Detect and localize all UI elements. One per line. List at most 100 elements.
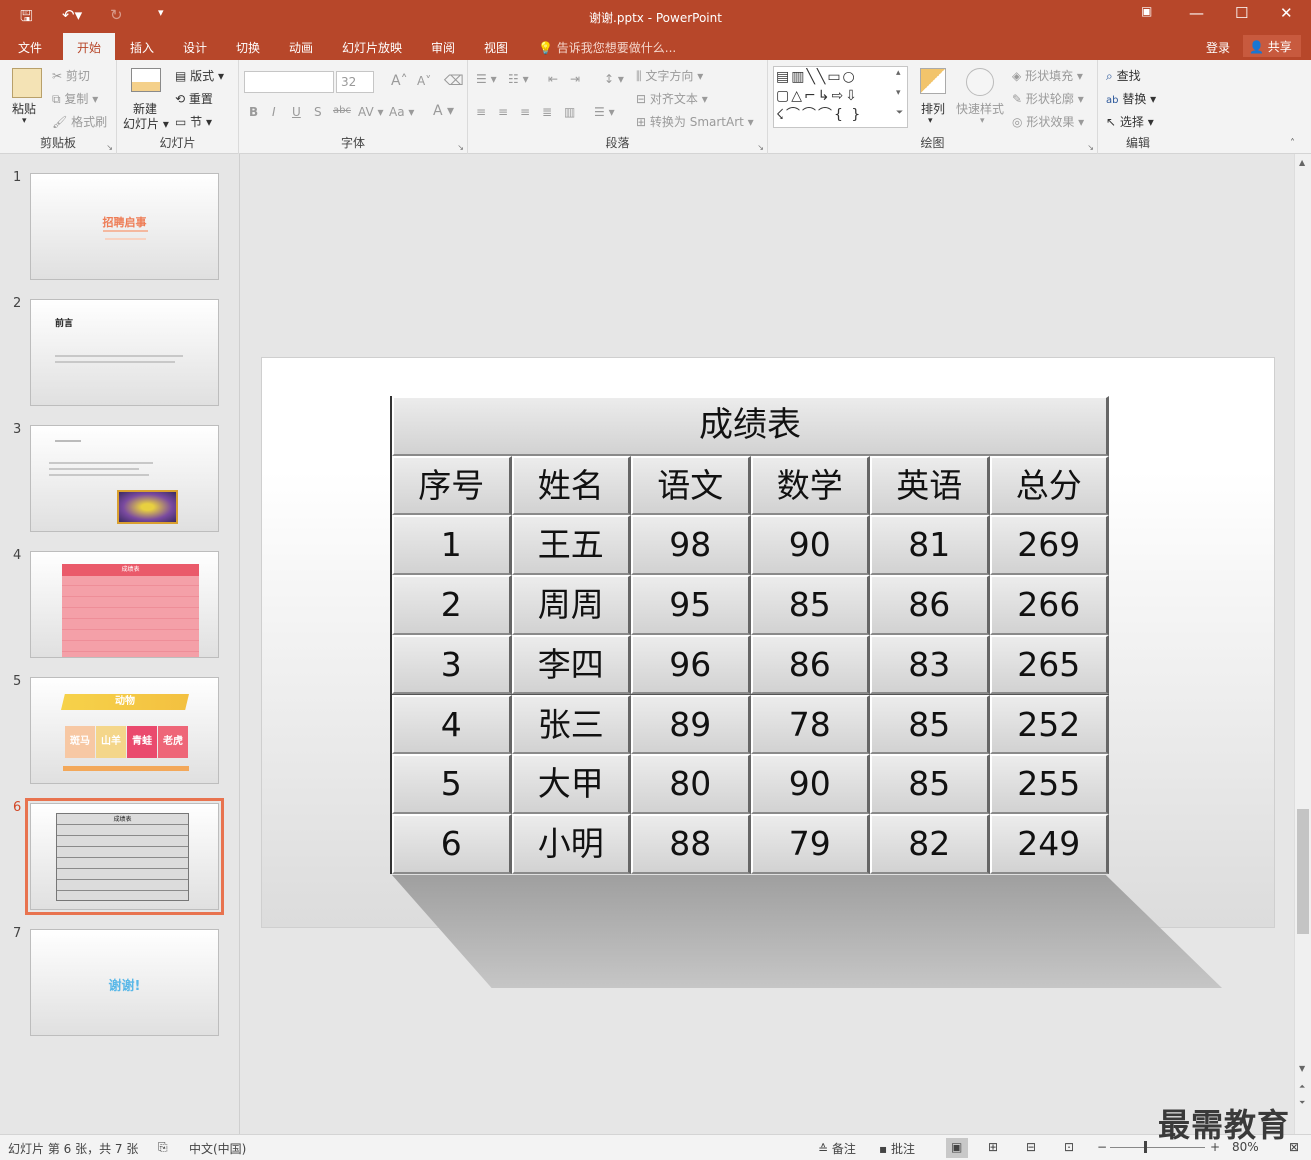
smartart-button[interactable]: ⊞ 转换为 SmartArt ▾ — [636, 113, 754, 130]
layout-button[interactable]: ▤ 版式 ▾ — [175, 67, 224, 84]
table-cell[interactable]: 89 — [631, 694, 751, 755]
language-indicator[interactable]: 中文(中国) — [189, 1140, 246, 1157]
collapse-ribbon-icon[interactable]: ˄ — [1290, 138, 1295, 149]
shapes-scroll-up-icon[interactable]: ▴ — [896, 68, 901, 78]
copy-button[interactable]: ⧉ 复制 ▾ — [52, 90, 98, 107]
arrange-dropdown-icon[interactable]: ▾ — [928, 116, 933, 126]
justify-button[interactable]: ≣ — [542, 105, 552, 119]
section-button[interactable]: ▭ 节 ▾ — [175, 113, 212, 130]
table-cell[interactable]: 1 — [392, 515, 512, 576]
change-case-button[interactable]: Aa ▾ — [389, 105, 414, 119]
shape-fill-button[interactable]: ◈ 形状填充 ▾ — [1012, 67, 1083, 84]
bullets-button[interactable]: ☰ ▾ — [476, 72, 497, 86]
table-header-cell[interactable]: 姓名 — [511, 455, 631, 516]
clear-formatting-icon[interactable]: ⌫ — [444, 73, 464, 89]
table-cell[interactable]: 249 — [989, 813, 1109, 874]
close-button[interactable]: ✕ — [1280, 4, 1293, 22]
maximize-button[interactable]: ☐ — [1235, 4, 1248, 22]
distributed-button[interactable]: ▥ — [564, 105, 575, 119]
arrange-icon[interactable] — [920, 68, 946, 94]
tab-insert[interactable]: 插入 — [130, 39, 154, 56]
slide-thumbnail-4[interactable]: 成绩表 — [30, 551, 219, 658]
decrease-indent-button[interactable]: ⇤ — [548, 72, 558, 86]
slide-thumbnail-6[interactable]: 成绩表 — [25, 798, 224, 915]
table-cell[interactable]: 李四 — [511, 634, 631, 695]
table-cell[interactable]: 王五 — [511, 515, 631, 576]
zoom-out-button[interactable]: − — [1097, 1140, 1107, 1154]
minimize-button[interactable]: — — [1189, 4, 1204, 22]
tell-me-search[interactable]: 💡 告诉我您想要做什么... — [538, 39, 676, 56]
table-cell[interactable]: 252 — [989, 694, 1109, 755]
shapes-scroll-down-icon[interactable]: ▾ — [896, 88, 901, 98]
slideshow-icon[interactable]: ⊡ — [1064, 1140, 1074, 1154]
quick-styles-button[interactable]: 快速样式 — [956, 100, 1004, 117]
paragraph-launcher-icon[interactable]: ↘ — [757, 143, 764, 152]
table-cell[interactable]: 4 — [392, 694, 512, 755]
drawing-launcher-icon[interactable]: ↘ — [1087, 143, 1094, 152]
shrink-font-icon[interactable]: A˅ — [417, 74, 431, 88]
table-header-cell[interactable]: 总分 — [989, 455, 1109, 516]
table-cell[interactable]: 大甲 — [511, 754, 631, 814]
shapes-gallery[interactable]: ▤▥╲╲▭○ ▢△⌐↳⇨⇩ ☇⌒⌒⌒{ } — [773, 66, 908, 128]
table-cell[interactable]: 5 — [392, 754, 512, 814]
table-cell[interactable]: 81 — [870, 515, 990, 576]
scroll-thumb[interactable] — [1297, 809, 1309, 934]
tab-transitions[interactable]: 切换 — [236, 39, 260, 56]
score-table[interactable]: 成绩表 序号 姓名 语文 数学 英语 总分 1 王五 98 90 81 269 2 周周 95 85 86 266 3… — [390, 396, 1109, 874]
align-text-button[interactable]: ⊟ 对齐文本 ▾ — [636, 90, 708, 107]
table-title-cell[interactable]: 成绩表 — [392, 396, 1109, 456]
table-cell[interactable]: 83 — [870, 634, 990, 695]
fit-to-window-icon[interactable]: ⊠ — [1289, 1140, 1299, 1154]
slide-thumbnail-3[interactable] — [30, 425, 219, 532]
spell-check-icon[interactable]: ⎘ — [158, 1140, 168, 1155]
table-cell[interactable]: 266 — [989, 575, 1109, 635]
zoom-slider-thumb[interactable] — [1144, 1141, 1147, 1153]
tab-animations[interactable]: 动画 — [289, 39, 313, 56]
table-cell[interactable]: 85 — [750, 575, 870, 635]
zoom-slider[interactable] — [1110, 1147, 1205, 1148]
paste-icon[interactable] — [12, 68, 42, 98]
slide-thumbnail-2[interactable]: 前言 — [30, 299, 219, 406]
new-slide-dropdown[interactable]: 幻灯片 ▾ — [123, 115, 169, 132]
font-color-button[interactable]: A ▾ — [433, 103, 454, 119]
quick-styles-icon[interactable] — [966, 68, 994, 96]
increase-indent-button[interactable]: ⇥ — [570, 72, 580, 86]
align-center-button[interactable]: ≡ — [498, 105, 508, 119]
table-cell[interactable]: 82 — [870, 813, 990, 874]
table-cell[interactable]: 98 — [631, 515, 751, 576]
table-cell[interactable]: 96 — [631, 634, 751, 695]
tab-design[interactable]: 设计 — [183, 39, 207, 56]
table-cell[interactable]: 85 — [870, 754, 990, 814]
share-button[interactable]: 👤 共享 — [1243, 35, 1301, 57]
table-cell[interactable]: 85 — [870, 694, 990, 755]
slide-thumbnail-7[interactable]: 谢谢! — [30, 929, 219, 1036]
text-direction-button[interactable]: ⫼ 文字方向 ▾ — [636, 67, 703, 84]
table-cell[interactable]: 95 — [631, 575, 751, 635]
comments-button[interactable]: ▪ 批注 — [879, 1140, 915, 1157]
ribbon-display-options-icon[interactable]: ▣ — [1141, 4, 1152, 18]
font-size-box[interactable]: 32 — [336, 71, 374, 93]
table-cell[interactable]: 6 — [392, 813, 512, 874]
slide-thumbnail-1[interactable]: 招聘启事 — [30, 173, 219, 280]
table-cell[interactable]: 86 — [750, 634, 870, 695]
slide-sorter-icon[interactable]: ⊞ — [988, 1140, 998, 1154]
slide-thumbnail-pane[interactable]: 1 招聘启事 2 前言 3 4 成绩表 5 动物 斑马 山羊 青蛙 老虎 6 成… — [0, 154, 240, 1134]
replace-button[interactable]: ab 替换 ▾ — [1106, 90, 1156, 107]
find-button[interactable]: ⌕ 查找 — [1106, 67, 1141, 84]
table-cell[interactable]: 小明 — [511, 813, 631, 874]
format-painter-button[interactable]: 🖌 格式刷 — [52, 113, 107, 130]
align-left-button[interactable]: ≡ — [476, 105, 486, 119]
previous-slide-icon[interactable]: ⏶ — [1299, 1082, 1305, 1092]
vertical-scrollbar[interactable]: ▲ ▼ ⏶ ⏷ — [1294, 154, 1311, 1134]
character-spacing-button[interactable]: AV ▾ — [358, 105, 384, 119]
tab-home[interactable]: 开始 — [63, 33, 116, 60]
notes-button[interactable]: ≙ 备注 — [818, 1140, 856, 1157]
tab-view[interactable]: 视图 — [484, 39, 508, 56]
table-header-cell[interactable]: 英语 — [870, 455, 990, 516]
paste-button[interactable]: 粘贴 — [12, 100, 36, 117]
numbering-button[interactable]: ☷ ▾ — [508, 72, 529, 86]
select-button[interactable]: ↖ 选择 ▾ — [1106, 113, 1154, 130]
new-slide-icon[interactable] — [131, 68, 161, 92]
table-header-cell[interactable]: 序号 — [392, 455, 512, 516]
slide-thumbnail-5[interactable]: 动物 斑马 山羊 青蛙 老虎 — [30, 677, 219, 784]
